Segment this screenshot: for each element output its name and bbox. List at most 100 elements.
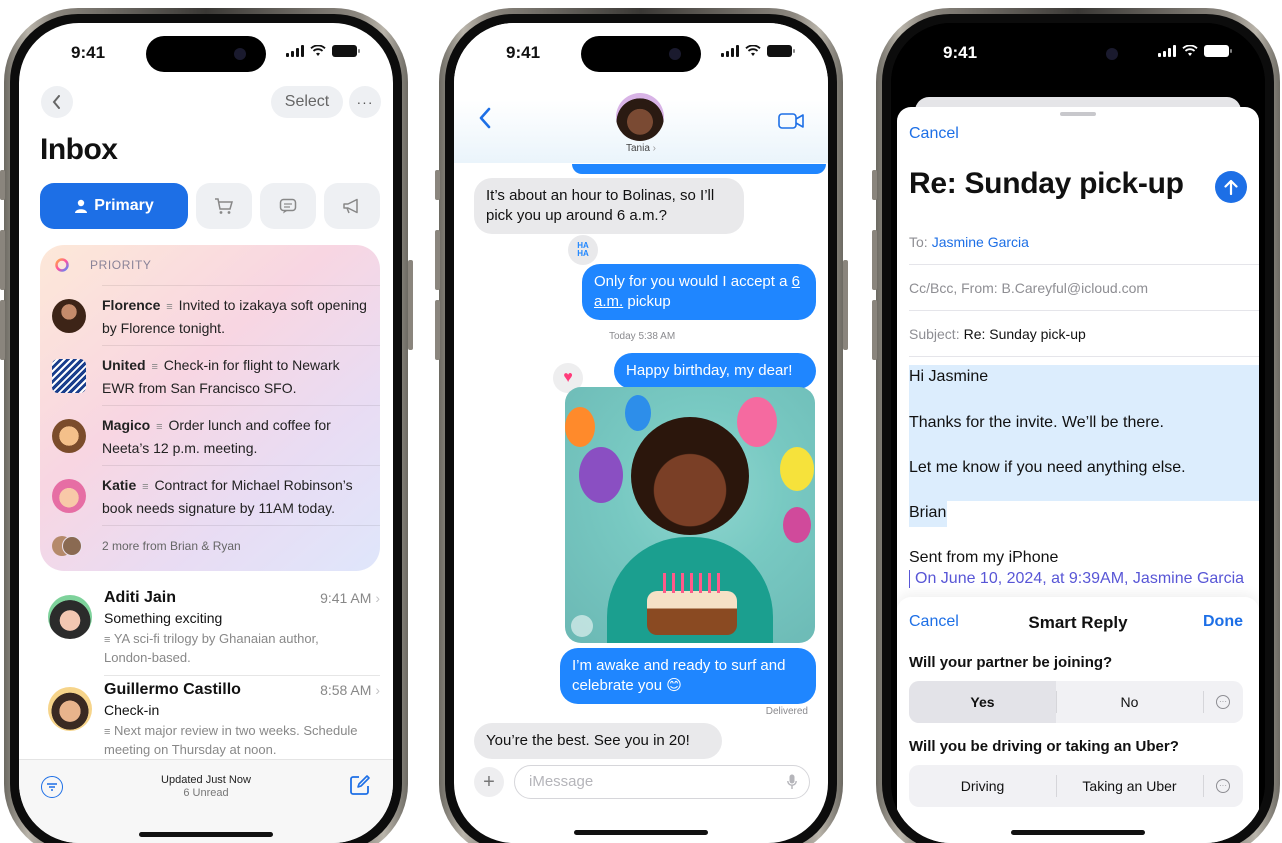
tab-primary[interactable]: Primary	[40, 183, 188, 229]
sheet-grabber[interactable]	[1060, 112, 1096, 116]
battery-icon	[767, 45, 795, 57]
add-attachment-button[interactable]: +	[474, 767, 504, 797]
smart-reply-done-button[interactable]: Done	[1203, 613, 1243, 631]
microphone-icon[interactable]	[787, 774, 797, 790]
phone-mail: 9:41 Select ··· Inbox Primary PRIORITY F…	[4, 8, 408, 843]
tab-updates[interactable]	[260, 183, 316, 229]
wifi-icon	[310, 45, 326, 56]
priority-item[interactable]: Florence ≡ Invited to izakaya soft openi…	[52, 285, 380, 345]
tab-promotions[interactable]	[324, 183, 380, 229]
wifi-icon	[745, 45, 761, 56]
status-icons	[1158, 45, 1232, 57]
cc-bcc-from-label: Cc/Bcc, From: B.Careyful@icloud.com	[909, 279, 1149, 296]
side-button	[435, 230, 440, 290]
chevron-left-icon	[479, 107, 491, 129]
smart-reply-panel: Cancel Smart Reply Done Will your partne…	[897, 597, 1259, 843]
phone-smart-reply: 9:41 Cancel Re: Sunday pick-up To: Jasmin…	[876, 8, 1280, 843]
subject-field[interactable]: Subject: Re: Sunday pick-up	[909, 311, 1259, 357]
body-signature: Sent from my iPhone	[909, 549, 1059, 566]
to-field[interactable]: To: Jasmine Garcia	[909, 219, 1259, 265]
priority-sender: Magico	[102, 417, 151, 433]
page-title: Inbox	[40, 133, 118, 166]
avatar	[52, 419, 86, 453]
camera-icon	[669, 48, 681, 60]
priority-more[interactable]: 2 more from Brian & Ryan	[52, 525, 380, 565]
mail-row[interactable]: Aditi Jain 9:41 AM › Something exciting …	[40, 589, 380, 676]
option-no[interactable]: No	[1056, 681, 1203, 723]
summary-icon: ≡	[142, 481, 149, 493]
tab-primary-label: Primary	[94, 197, 154, 214]
more-button[interactable]: ···	[349, 86, 381, 118]
avatar	[52, 479, 86, 513]
message-bubble-incoming[interactable]: You’re the best. See you in 20!	[474, 723, 722, 759]
select-button[interactable]: Select	[271, 86, 343, 118]
sparkle-badge	[571, 615, 593, 637]
priority-card: PRIORITY Florence ≡ Invited to izakaya s…	[40, 245, 380, 571]
back-button[interactable]	[41, 86, 73, 118]
avatar	[48, 595, 92, 639]
option-driving[interactable]: Driving	[909, 765, 1056, 807]
mail-sender: Guillermo Castillo	[104, 681, 241, 698]
cc-bcc-from-field[interactable]: Cc/Bcc, From: B.Careyful@icloud.com	[909, 265, 1259, 311]
person-icon	[75, 199, 88, 213]
contact-name[interactable]: Tania ›	[454, 143, 828, 154]
body-line[interactable]: Let me know if you need anything else.	[909, 459, 1186, 477]
body-signoff[interactable]: Brian	[909, 504, 946, 522]
cake-candles	[663, 573, 721, 593]
side-button	[408, 260, 413, 350]
priority-item[interactable]: United ≡ Check-in for flight to Newark E…	[52, 345, 380, 405]
ellipsis-icon: ···	[356, 94, 374, 110]
cancel-button[interactable]: Cancel	[909, 125, 959, 143]
status-time: 9:41	[71, 43, 106, 62]
compose-button[interactable]	[349, 774, 371, 801]
person-head	[631, 417, 749, 535]
send-button[interactable]	[1215, 171, 1247, 203]
contact-avatar[interactable]	[616, 93, 664, 141]
divider	[104, 675, 380, 676]
message-bubble-outgoing[interactable]: Only for you would I accept a 6 a.m. pic…	[582, 264, 816, 320]
mail-row[interactable]: Guillermo Castillo 8:58 AM › Check-in ≡ …	[40, 681, 380, 767]
genmoji-image[interactable]	[565, 387, 815, 643]
mail-sender: Aditi Jain	[104, 589, 177, 606]
facetime-button[interactable]	[778, 113, 804, 134]
priority-more-label: 2 more from Brian & Ryan	[102, 538, 241, 553]
chevron-right-icon: ›	[652, 143, 657, 154]
ellipsis-circle-icon: ···	[1216, 779, 1230, 793]
message-bubble-incoming[interactable]: It’s about an hour to Bolinas, so I’ll p…	[474, 178, 744, 234]
priority-label: PRIORITY	[90, 258, 152, 272]
unread-count: 6 Unread	[183, 787, 229, 799]
message-input[interactable]: iMessage	[514, 765, 810, 799]
body-greeting[interactable]: Hi Jasmine	[909, 368, 988, 386]
home-indicator	[574, 830, 708, 835]
summary-icon: ≡	[104, 726, 111, 738]
cellular-signal-icon	[721, 45, 739, 57]
option-uber[interactable]: Taking an Uber	[1056, 765, 1203, 807]
plus-icon: +	[483, 770, 495, 793]
mail-time: 8:58 AM ›	[320, 682, 380, 698]
balloon	[783, 507, 811, 543]
priority-header: PRIORITY	[40, 245, 380, 285]
mail-subject: Something exciting	[104, 610, 223, 626]
back-button[interactable]	[478, 107, 492, 134]
priority-item[interactable]: Magico ≡ Order lunch and coffee for Neet…	[52, 405, 380, 465]
camera-icon	[234, 48, 246, 60]
summary-icon: ≡	[166, 301, 173, 313]
tab-transactions[interactable]	[196, 183, 252, 229]
to-recipient[interactable]: Jasmine Garcia	[932, 234, 1029, 250]
body-line[interactable]: Thanks for the invite. We’ll be there.	[909, 414, 1164, 432]
more-options-button[interactable]: ···	[1203, 681, 1243, 723]
message-bubble-outgoing[interactable]: I’m awake and ready to surf and celebrat…	[560, 648, 816, 704]
priority-sender: United	[102, 357, 146, 373]
balloon	[737, 397, 777, 447]
priority-item[interactable]: Katie ≡ Contract for Michael Robinson’s …	[52, 465, 380, 525]
message-input-placeholder: iMessage	[529, 773, 594, 790]
chevron-left-icon	[52, 95, 60, 109]
side-button	[843, 260, 848, 350]
message-bubble-outgoing[interactable]: Happy birthday, my dear!	[614, 353, 816, 389]
compose-subject-title: Re: Sunday pick-up	[909, 167, 1184, 200]
status-icons	[721, 45, 795, 57]
option-yes[interactable]: Yes	[909, 681, 1056, 723]
more-options-button[interactable]: ···	[1203, 765, 1243, 807]
tapback-haha[interactable]: HA HA	[568, 235, 598, 265]
phone-bezel: 9:41 Tania › It’s about an hour to Bolin…	[445, 14, 837, 843]
